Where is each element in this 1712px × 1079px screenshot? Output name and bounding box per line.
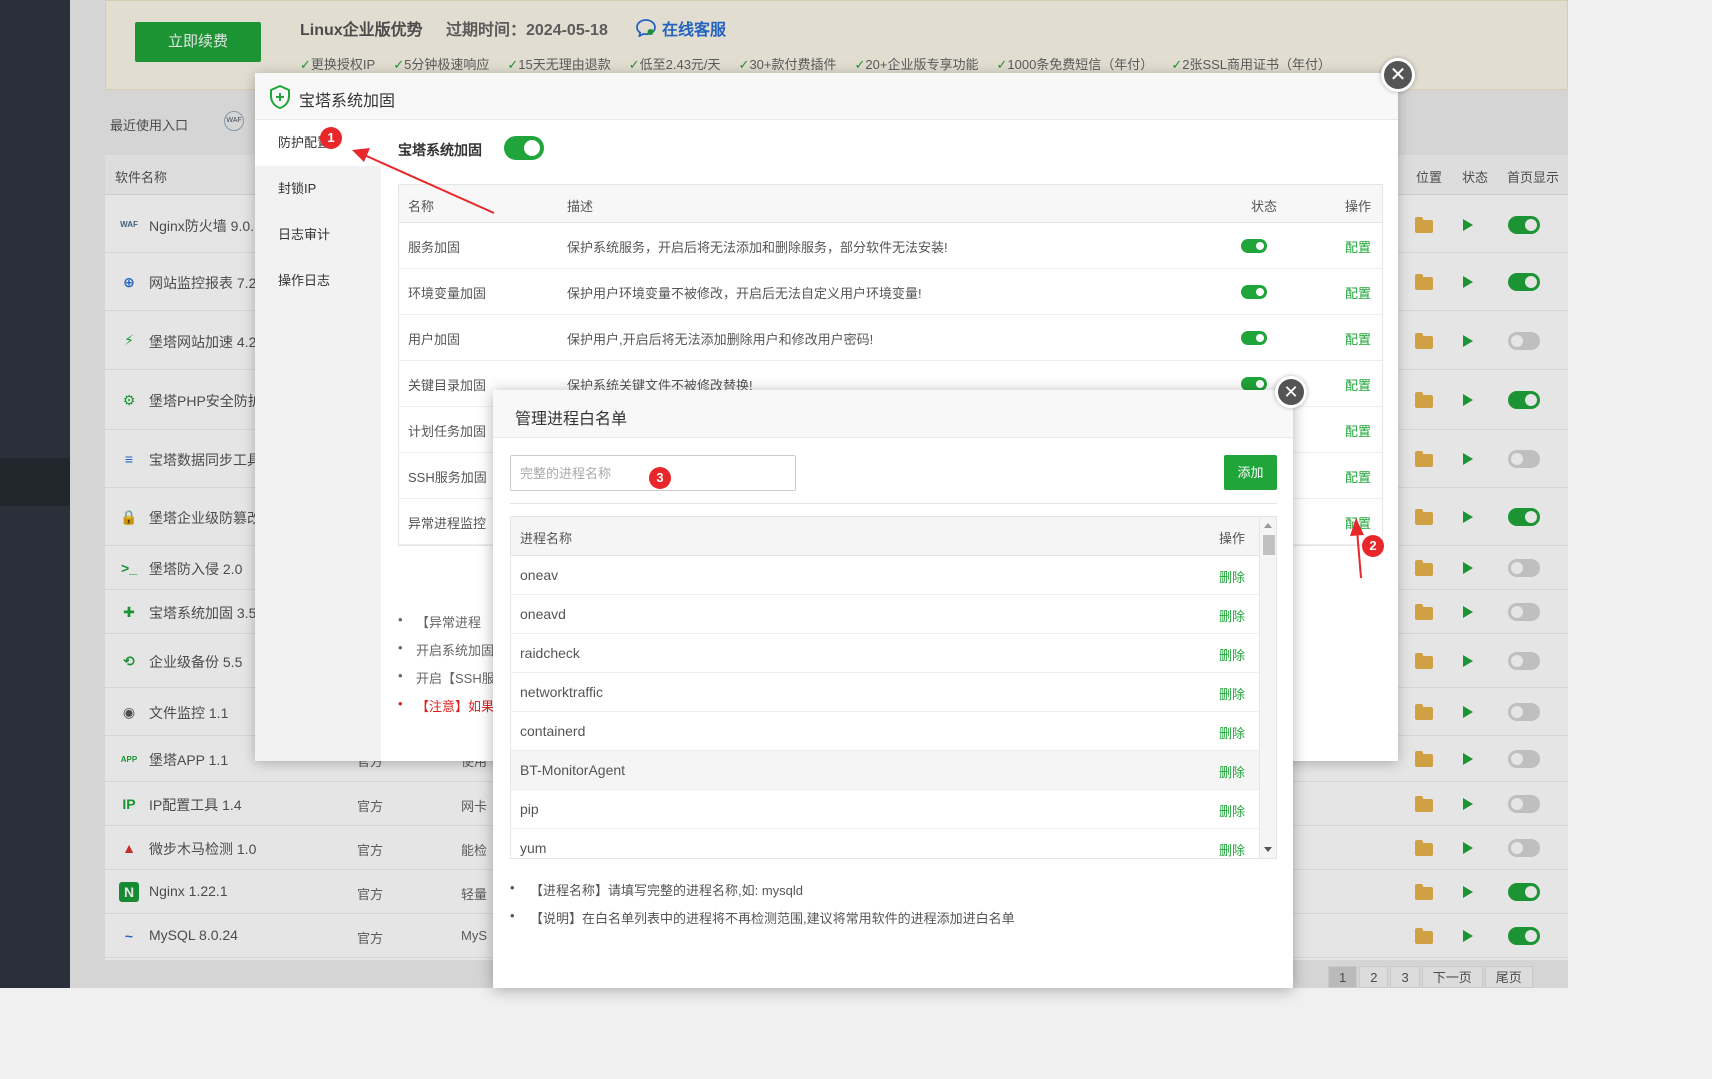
configure-link[interactable]: 配置 — [1345, 467, 1371, 486]
master-hardening-toggle[interactable] — [504, 136, 544, 160]
note-item: 【异常进程 — [398, 612, 495, 640]
annotation-badge-3: 3 — [649, 467, 671, 489]
process-name: pip — [520, 801, 539, 817]
rule-name: SSH服务加固 — [408, 470, 487, 485]
nav-block-ip[interactable]: 封锁IP — [255, 166, 381, 212]
delete-link[interactable]: 删除 — [1219, 723, 1245, 742]
delete-link[interactable]: 删除 — [1219, 567, 1245, 586]
nav-protection-config[interactable]: 防护配置 — [255, 120, 381, 166]
process-row: yum 删除 — [511, 829, 1259, 858]
configure-link[interactable]: 配置 — [1345, 375, 1371, 394]
annotation-badge-2: 2 — [1362, 535, 1384, 557]
configure-link[interactable]: 配置 — [1345, 421, 1371, 440]
note-item: 【进程名称】请填写完整的进程名称,如: mysqld — [510, 880, 1015, 908]
hardening-rule-row: 环境变量加固 保护用户环境变量不被修改，开启后无法自定义用户环境变量! 配置 — [399, 269, 1382, 315]
nav-log-audit[interactable]: 日志审计 — [255, 212, 381, 258]
delete-link[interactable]: 删除 — [1219, 801, 1245, 820]
process-row: oneavd 删除 — [511, 595, 1259, 634]
rule-name: 计划任务加固 — [408, 424, 487, 439]
process-row: raidcheck 删除 — [511, 634, 1259, 673]
hardening-rule-row: 用户加固 保护用户,开启后将无法添加删除用户和修改用户密码! 配置 — [399, 315, 1382, 361]
process-whitelist-modal: 管理进程白名单 添加 进程名称 操作 oneav删除oneavd删除raidch… — [493, 390, 1293, 988]
col-name: 名称 — [408, 199, 435, 214]
col-action: 操作 — [1345, 199, 1372, 214]
rule-status-toggle[interactable] — [1241, 377, 1267, 391]
scroll-down-arrow-icon[interactable] — [1264, 847, 1272, 852]
process-row: networktraffic 删除 — [511, 673, 1259, 712]
process-table-header: 进程名称 操作 — [511, 517, 1259, 556]
process-row: oneav 删除 — [511, 556, 1259, 595]
hardening-modal-header: 宝塔系统加固 — [255, 73, 1398, 120]
whitelist-notes: 【进程名称】请填写完整的进程名称,如: mysqld 【说明】在白名单列表中的进… — [510, 880, 1015, 936]
hardening-notes: 【异常进程 开启系统加固 开启【SSH服 【注意】如果 — [398, 612, 495, 724]
col-action: 操作 — [1219, 531, 1246, 546]
annotation-badge-1: 1 — [320, 127, 342, 149]
process-table-scrollbar[interactable] — [1259, 517, 1276, 858]
whitelist-modal-header: 管理进程白名单 — [493, 390, 1293, 438]
col-description: 描述 — [567, 199, 594, 214]
whitelist-modal-title: 管理进程白名单 — [515, 411, 628, 428]
hardening-nav: 防护配置 封锁IP 日志审计 操作日志 — [255, 120, 381, 761]
process-row: pip 删除 — [511, 790, 1259, 829]
note-item: 开启【SSH服 — [398, 668, 495, 696]
hardening-modal-title: 宝塔系统加固 — [299, 93, 396, 110]
close-hardening-modal-button[interactable]: ✕ — [1381, 58, 1415, 92]
hardening-rule-row: 服务加固 保护系统服务，开启后将无法添加和删除服务，部分软件无法安装! 配置 — [399, 223, 1382, 269]
delete-link[interactable]: 删除 — [1219, 762, 1245, 781]
rule-description: 保护用户环境变量不被修改，开启后无法自定义用户环境变量! — [567, 286, 922, 301]
configure-link[interactable]: 配置 — [1345, 237, 1371, 256]
shield-icon — [270, 85, 290, 109]
note-item: 【说明】在白名单列表中的进程将不再检测范围,建议将常用软件的进程添加进白名单 — [510, 908, 1015, 936]
process-name: raidcheck — [520, 645, 580, 661]
configure-link[interactable]: 配置 — [1345, 329, 1371, 348]
process-name: oneavd — [520, 606, 566, 622]
rule-status-toggle[interactable] — [1241, 239, 1267, 253]
rule-name: 关键目录加固 — [408, 378, 487, 393]
col-status: 状态 — [1251, 199, 1278, 214]
scroll-thumb[interactable] — [1263, 535, 1275, 555]
delete-link[interactable]: 删除 — [1219, 606, 1245, 625]
process-row: containerd 删除 — [511, 712, 1259, 751]
process-name: yum — [520, 840, 547, 856]
process-row: BT-MonitorAgent 删除 — [511, 751, 1259, 790]
process-name: networktraffic — [520, 684, 603, 700]
divider — [510, 503, 1277, 504]
rule-name: 环境变量加固 — [408, 286, 487, 301]
note-item: 开启系统加固 — [398, 640, 495, 668]
rules-table-header: 名称 描述 状态 操作 — [399, 185, 1382, 223]
rule-description: 保护系统服务，开启后将无法添加和删除服务，部分软件无法安装! — [567, 240, 948, 255]
rule-status-toggle[interactable] — [1241, 331, 1267, 345]
col-process-name: 进程名称 — [520, 531, 573, 546]
process-whitelist-table: 进程名称 操作 oneav 删除 oneavd 删除 raidcheck 删除 networ… — [510, 516, 1277, 859]
scroll-up-arrow-icon[interactable] — [1264, 523, 1272, 528]
delete-link[interactable]: 删除 — [1219, 840, 1245, 858]
rule-name: 用户加固 — [408, 332, 461, 347]
warning-note: 【注意】如果 — [398, 696, 495, 724]
rule-status-toggle[interactable] — [1241, 285, 1267, 299]
delete-link[interactable]: 删除 — [1219, 684, 1245, 703]
process-name: containerd — [520, 723, 586, 739]
rule-name: 服务加固 — [408, 240, 461, 255]
close-whitelist-modal-button[interactable]: ✕ — [1275, 376, 1307, 408]
nav-operation-log[interactable]: 操作日志 — [255, 258, 381, 304]
process-name: oneav — [520, 567, 559, 583]
add-process-button[interactable]: 添加 — [1224, 455, 1277, 490]
master-switch-label: 宝塔系统加固 — [398, 142, 482, 158]
rule-description: 保护用户,开启后将无法添加删除用户和修改用户密码! — [567, 332, 874, 347]
rule-name: 异常进程监控 — [408, 516, 487, 531]
delete-link[interactable]: 删除 — [1219, 645, 1245, 664]
process-name: BT-MonitorAgent — [520, 762, 626, 778]
configure-link[interactable]: 配置 — [1345, 283, 1371, 302]
configure-link[interactable]: 配置 — [1345, 513, 1371, 532]
